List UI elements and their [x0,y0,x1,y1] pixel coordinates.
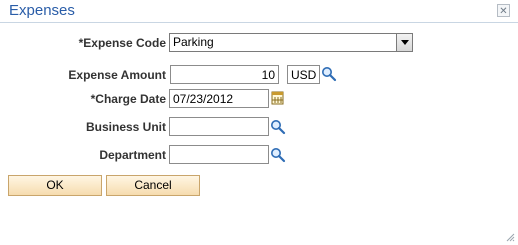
chevron-down-icon[interactable] [396,34,412,51]
expense-code-select[interactable]: Parking [169,33,413,52]
charge-date-input[interactable] [169,89,269,108]
business-unit-search-icon[interactable] [270,119,286,135]
ok-button[interactable]: OK [8,175,102,196]
dialog-title: Expenses [9,2,75,19]
department-search-icon[interactable] [270,147,286,163]
expense-amount-input[interactable] [170,65,279,84]
department-input[interactable] [169,145,269,164]
expense-amount-label: Expense Amount [68,68,166,82]
currency-input[interactable] [287,65,320,84]
business-unit-label: Business Unit [85,120,166,134]
business-unit-input[interactable] [169,117,269,136]
dialog-title-bar: Expenses ✕ [0,0,518,23]
cancel-button[interactable]: Cancel [106,175,200,196]
calendar-icon[interactable] [271,90,287,106]
expense-code-value: Parking [173,35,214,49]
expense-code-label: *Expense Code [78,36,166,50]
currency-search-icon[interactable] [321,66,337,82]
charge-date-label: *Charge Date [90,92,166,106]
resize-grip-icon[interactable] [505,231,515,242]
department-label: Department [99,148,166,162]
close-icon[interactable]: ✕ [497,4,510,17]
